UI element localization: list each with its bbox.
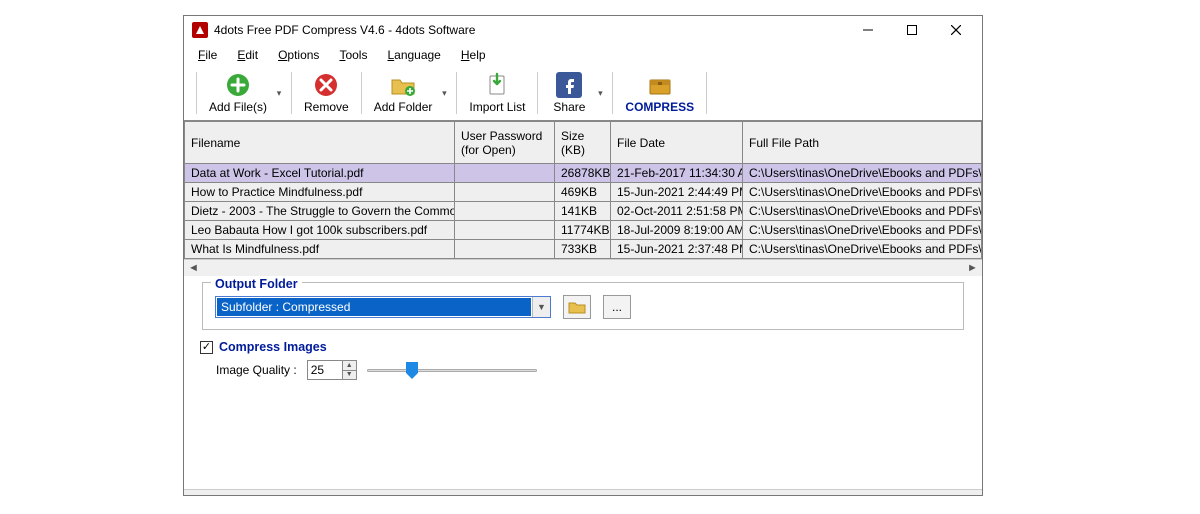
- window-title: 4dots Free PDF Compress V4.6 - 4dots Sof…: [214, 23, 846, 37]
- table-row[interactable]: How to Practice Mindfulness.pdf 469KB15-J…: [185, 183, 982, 202]
- cell-size: 26878KB: [555, 164, 611, 183]
- table-header-row: Filename User Password (for Open) Size (…: [185, 122, 982, 164]
- minimize-button[interactable]: [846, 17, 890, 43]
- table-row[interactable]: Leo Babauta How I got 100k subscribers.p…: [185, 221, 982, 240]
- menu-language[interactable]: Language: [377, 46, 450, 64]
- cell-filename: Dietz - 2003 - The Struggle to Govern th…: [185, 202, 455, 221]
- add-files-icon: [225, 72, 251, 98]
- menu-options[interactable]: Options: [268, 46, 329, 64]
- cell-password: [455, 221, 555, 240]
- column-date[interactable]: File Date: [611, 122, 743, 164]
- add-folder-button[interactable]: Add Folder: [368, 70, 439, 116]
- output-folder-combo[interactable]: Subfolder : Compressed ▼: [215, 296, 551, 318]
- image-quality-label: Image Quality :: [216, 363, 297, 377]
- image-quality-input[interactable]: [308, 361, 342, 379]
- close-button[interactable]: [934, 17, 978, 43]
- cell-path: C:\Users\tinas\OneDrive\Ebooks and PDFs\…: [743, 202, 982, 221]
- table-row[interactable]: Data at Work - Excel Tutorial.pdf 26878KB…: [185, 164, 982, 183]
- output-folder-panel: Output Folder Subfolder : Compressed ▼ .…: [202, 282, 964, 330]
- compress-images-checkbox[interactable]: ✓: [200, 341, 213, 354]
- horizontal-scrollbar[interactable]: ◄ ►: [184, 259, 982, 276]
- compress-images-label: Compress Images: [219, 340, 327, 354]
- cell-filename: Data at Work - Excel Tutorial.pdf: [185, 164, 455, 183]
- cell-filename: How to Practice Mindfulness.pdf: [185, 183, 455, 202]
- cell-size: 11774KB: [555, 221, 611, 240]
- table-row[interactable]: What Is Mindfulness.pdf 733KB15-Jun-2021 …: [185, 240, 982, 259]
- cell-password: [455, 164, 555, 183]
- open-folder-button[interactable]: [563, 295, 591, 319]
- cell-filename: What Is Mindfulness.pdf: [185, 240, 455, 259]
- add-files-button[interactable]: Add File(s): [203, 70, 273, 116]
- chevron-down-icon[interactable]: ▼: [532, 297, 550, 317]
- file-grid[interactable]: Filename User Password (for Open) Size (…: [184, 121, 982, 276]
- import-list-button[interactable]: Import List: [463, 70, 531, 116]
- menu-edit[interactable]: Edit: [227, 46, 268, 64]
- cell-path: C:\Users\tinas\OneDrive\Ebooks and PDFs\…: [743, 164, 982, 183]
- image-quality-slider[interactable]: [367, 360, 537, 380]
- cell-date: 02-Oct-2011 2:51:58 PM: [611, 202, 743, 221]
- cell-password: [455, 240, 555, 259]
- menu-help[interactable]: Help: [451, 46, 496, 64]
- menubar: File Edit Options Tools Language Help: [184, 44, 982, 66]
- cell-path: C:\Users\tinas\OneDrive\Ebooks and PDFs\…: [743, 240, 982, 259]
- cell-date: 18-Jul-2009 8:19:00 AM: [611, 221, 743, 240]
- compress-icon: [647, 72, 673, 98]
- column-password[interactable]: User Password (for Open): [455, 122, 555, 164]
- image-quality-spinner[interactable]: ▲ ▼: [307, 360, 357, 380]
- cell-path: C:\Users\tinas\OneDrive\Ebooks and PDFs\…: [743, 221, 982, 240]
- import-list-icon: [484, 72, 510, 98]
- output-folder-value: Subfolder : Compressed: [217, 298, 531, 316]
- maximize-button[interactable]: [890, 17, 934, 43]
- add-folder-dropdown[interactable]: ▾: [438, 71, 450, 115]
- cell-path: C:\Users\tinas\OneDrive\Ebooks and PDFs\…: [743, 183, 982, 202]
- add-folder-icon: [390, 72, 416, 98]
- scroll-right-icon[interactable]: ►: [965, 261, 980, 276]
- image-quality-row: Image Quality : ▲ ▼: [216, 360, 966, 380]
- remove-button[interactable]: Remove: [298, 70, 355, 116]
- window-controls: [846, 17, 978, 43]
- facebook-icon: [556, 72, 582, 98]
- add-files-dropdown[interactable]: ▾: [273, 71, 285, 115]
- slider-thumb-icon[interactable]: [406, 362, 418, 380]
- cell-password: [455, 183, 555, 202]
- menu-tools[interactable]: Tools: [329, 46, 377, 64]
- app-window: 4dots Free PDF Compress V4.6 - 4dots Sof…: [183, 15, 983, 496]
- cell-filename: Leo Babauta How I got 100k subscribers.p…: [185, 221, 455, 240]
- app-icon: [192, 22, 208, 38]
- cell-size: 733KB: [555, 240, 611, 259]
- menu-file[interactable]: File: [188, 46, 227, 64]
- spinner-down-icon[interactable]: ▼: [343, 371, 356, 380]
- titlebar: 4dots Free PDF Compress V4.6 - 4dots Sof…: [184, 16, 982, 44]
- output-folder-legend: Output Folder: [211, 277, 302, 291]
- compress-button[interactable]: COMPRESS: [619, 70, 700, 116]
- cell-date: 21-Feb-2017 11:34:30 AM: [611, 164, 743, 183]
- toolbar: Add File(s) ▾ Remove Add Folder ▾ Import…: [184, 66, 982, 121]
- cell-size: 141KB: [555, 202, 611, 221]
- scroll-left-icon[interactable]: ◄: [186, 261, 201, 276]
- cell-date: 15-Jun-2021 2:37:48 PM: [611, 240, 743, 259]
- browse-button[interactable]: ...: [603, 295, 631, 319]
- share-button[interactable]: Share: [544, 70, 594, 116]
- share-dropdown[interactable]: ▾: [594, 71, 606, 115]
- compress-images-row: ✓ Compress Images: [200, 340, 966, 354]
- cell-password: [455, 202, 555, 221]
- column-size[interactable]: Size (KB): [555, 122, 611, 164]
- table-row[interactable]: Dietz - 2003 - The Struggle to Govern th…: [185, 202, 982, 221]
- spinner-up-icon[interactable]: ▲: [343, 361, 356, 371]
- column-filename[interactable]: Filename: [185, 122, 455, 164]
- column-path[interactable]: Full File Path: [743, 122, 982, 164]
- statusbar: [184, 489, 982, 495]
- cell-date: 15-Jun-2021 2:44:49 PM: [611, 183, 743, 202]
- cell-size: 469KB: [555, 183, 611, 202]
- remove-icon: [313, 72, 339, 98]
- folder-icon: [568, 299, 586, 315]
